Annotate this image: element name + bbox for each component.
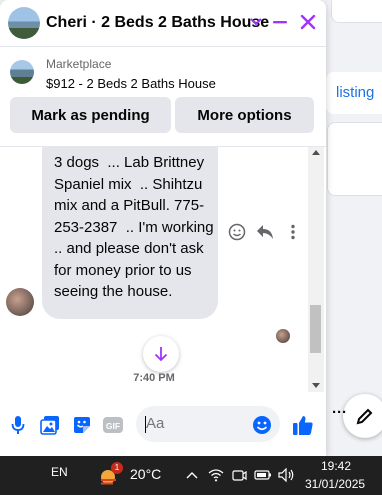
conversation-title[interactable]: Cheri · 2 Beds 2 Baths House: [46, 14, 269, 32]
gif-icon: GIF: [103, 417, 123, 433]
more-actions-button[interactable]: [283, 222, 303, 242]
show-hidden-icons-button[interactable]: [183, 466, 201, 484]
scrollbar[interactable]: [308, 147, 324, 392]
conversation-avatar[interactable]: [8, 7, 40, 39]
read-receipt-avatar: [276, 329, 290, 343]
composer: GIF: [0, 392, 326, 456]
reply-icon: [257, 225, 273, 239]
close-button[interactable]: [296, 10, 320, 34]
chevron-up-icon: [186, 472, 198, 479]
background-card: [327, 122, 382, 196]
message-bubble[interactable]: 3 dogs ... Lab Brittney Spaniel mix .. S…: [42, 147, 218, 319]
like-icon: [293, 416, 313, 435]
options-dropdown-button[interactable]: [244, 10, 268, 34]
new-message-button[interactable]: [343, 394, 382, 438]
scroll-down-arrow-icon[interactable]: [312, 383, 320, 388]
minimize-icon: [273, 21, 287, 24]
attach-photo-button[interactable]: [39, 414, 61, 436]
like-button[interactable]: [292, 414, 314, 436]
language-indicator[interactable]: EN: [51, 465, 68, 479]
background-listing-link[interactable]: listing: [326, 72, 382, 114]
chat-header[interactable]: Cheri · 2 Beds 2 Baths House: [0, 0, 326, 47]
scrollbar-thumb[interactable]: [310, 305, 321, 353]
message-text: 3 dogs ... Lab Brittney Spaniel mix .. S…: [54, 154, 218, 300]
listing-thumbnail[interactable]: [10, 60, 34, 84]
minimize-button[interactable]: [268, 10, 292, 34]
photo-icon: [40, 416, 59, 435]
more-options-button[interactable]: More options: [175, 97, 314, 133]
emoji-button[interactable]: [251, 414, 273, 436]
listing-title[interactable]: $912 - 2 Beds 2 Baths House: [46, 76, 216, 91]
compose-icon: [356, 408, 373, 425]
voice-clip-button[interactable]: [7, 414, 29, 436]
weather-temperature[interactable]: 20°C: [130, 466, 161, 482]
sticker-icon: [74, 417, 90, 433]
ellipsis-icon: ···: [332, 404, 347, 421]
gif-button[interactable]: GIF: [102, 414, 124, 436]
more-vertical-icon: [291, 224, 295, 240]
clock-date[interactable]: 31/01/2025: [305, 477, 365, 491]
mark-as-pending-button[interactable]: Mark as pending: [10, 97, 171, 133]
weather-badge: 1: [111, 462, 123, 474]
chevron-down-icon: [250, 18, 262, 26]
sticker-button[interactable]: [71, 414, 93, 436]
clock-time[interactable]: 19:42: [321, 459, 351, 473]
message-list[interactable]: 3 dogs ... Lab Brittney Spaniel mix .. S…: [0, 147, 326, 392]
volume-icon[interactable]: [278, 466, 296, 484]
react-button[interactable]: [227, 222, 247, 242]
message-timestamp: 7:40 PM: [133, 372, 175, 384]
microphone-icon: [11, 416, 25, 434]
sender-avatar[interactable]: [6, 288, 34, 316]
svg-text:GIF: GIF: [106, 421, 120, 431]
text-cursor: [145, 416, 146, 433]
marketplace-label: Marketplace: [46, 57, 112, 71]
scroll-to-bottom-button[interactable]: [143, 336, 179, 372]
arrow-down-icon: [154, 347, 168, 362]
reply-button[interactable]: [255, 222, 275, 242]
meet-now-icon[interactable]: [230, 466, 248, 484]
close-icon: [300, 14, 316, 30]
scroll-up-arrow-icon[interactable]: [312, 150, 320, 155]
background-card: [331, 0, 382, 23]
wifi-icon[interactable]: [207, 466, 225, 484]
emoji-icon: [253, 416, 271, 434]
chat-window: Cheri · 2 Beds 2 Baths House Marketplace…: [0, 0, 326, 456]
windows-taskbar: EN 1 20°C 19:42 31/01/2025: [0, 456, 382, 495]
battery-icon[interactable]: [254, 466, 272, 484]
emoji-icon: [228, 223, 246, 241]
